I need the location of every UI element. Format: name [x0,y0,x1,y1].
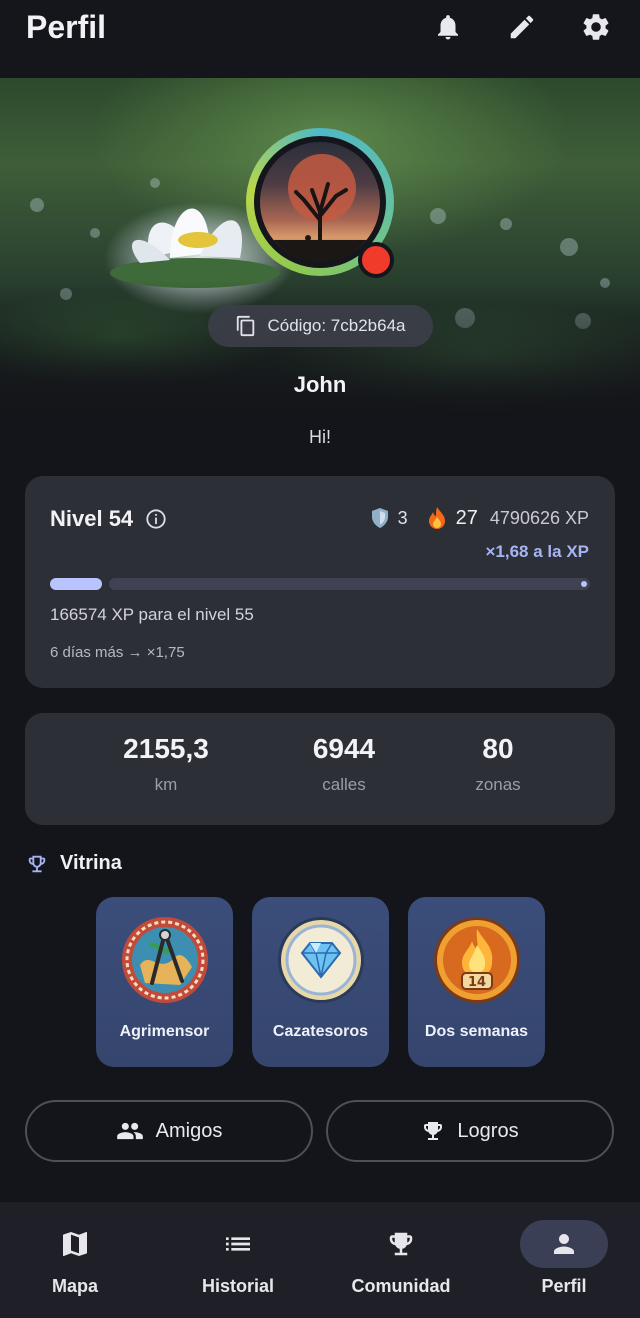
badge-label: Agrimensor [119,1023,210,1040]
stat-streets: 6944 calles [254,733,434,795]
person-icon [554,1234,574,1254]
stats-card: 2155,3 km 6944 calles 80 zonas [25,713,615,825]
shield-icon [371,508,388,528]
profile-bio: Hi! [309,427,331,447]
top-app-bar: Perfil [0,0,640,78]
people-icon [116,1122,143,1140]
info-icon[interactable] [145,508,167,530]
stat-value: 80 [482,733,514,764]
achievements-button[interactable]: Logros [326,1100,614,1162]
nav-item-comunidad[interactable]: Comunidad [321,1220,481,1297]
stat-label: zonas [475,775,521,794]
friends-label: Amigos [155,1119,223,1142]
trophy-icon [28,855,46,872]
stat-zones: 80 zonas [408,733,588,795]
level-title: Nivel 54 [50,506,134,531]
stat-value: 6944 [312,733,376,764]
online-status-dot [358,242,394,278]
badge-dos-semanas[interactable]: 14 Dos semanas [408,897,545,1067]
achievements-label: Logros [457,1119,519,1142]
nav-item-mapa[interactable]: Mapa [0,1220,155,1297]
stat-value: 2155,3 [123,733,209,764]
friend-code-chip[interactable]: Código: 7cb2b64a [208,305,433,347]
compass-medal-icon [121,917,208,1003]
friends-button[interactable]: Amigos [25,1100,313,1162]
badge-label: Dos semanas [424,1023,529,1040]
stat-label: calles [322,775,366,794]
avatar [260,142,380,262]
bottom-navigation: Mapa Historial Comunidad Perfil [0,1202,640,1318]
shield-count: 3 [397,507,408,528]
tree-moon-avatar-icon [260,154,380,262]
copy-icon [237,315,255,337]
xp-multiplier: ×1,68 a la XP [485,542,590,561]
badge-cazatesoros[interactable]: Cazatesoros [252,897,389,1067]
nav-label: Mapa [51,1276,98,1296]
friend-code-label: Código: 7cb2b64a [267,316,406,335]
bell-icon[interactable] [430,9,466,45]
level-progress-bar [50,578,590,590]
nav-item-perfil[interactable]: Perfil [484,1220,640,1297]
level-card: Nivel 54 3 27 4790626 XP ×1,68 a la XP 1… [25,476,615,688]
gear-icon[interactable] [578,9,614,45]
nav-item-historial[interactable]: Historial [158,1220,318,1297]
nav-label: Perfil [541,1276,587,1296]
total-xp: 4790626 XP [489,507,589,528]
stat-label: km [154,775,178,794]
trophy-icon [424,1122,443,1140]
profile-name: John [293,372,347,397]
stat-km: 2155,3 km [76,733,256,795]
diamond-medal-icon [277,917,364,1003]
pencil-icon[interactable] [504,9,540,45]
streak-multiplier-note: 6 días más → ×1,75 [50,644,185,661]
flame-icon [428,507,445,529]
page-title: Perfil [26,8,107,45]
map-icon [63,1232,87,1256]
nav-label: Historial [201,1276,275,1296]
showcase-title: Vitrina [60,852,122,874]
trophy-icon [389,1232,413,1256]
flame-medal-icon: 14 [433,917,520,1003]
badge-agrimensor[interactable]: Agrimensor [96,897,233,1067]
svg-text:14: 14 [467,975,485,990]
badge-label: Cazatesoros [272,1023,369,1040]
streak-count: 27 [455,506,478,529]
xp-to-next-level: 166574 XP para el nivel 55 [50,605,254,624]
list-icon [226,1237,250,1251]
showcase-header: Vitrina [26,852,122,875]
nav-label: Comunidad [351,1276,451,1296]
